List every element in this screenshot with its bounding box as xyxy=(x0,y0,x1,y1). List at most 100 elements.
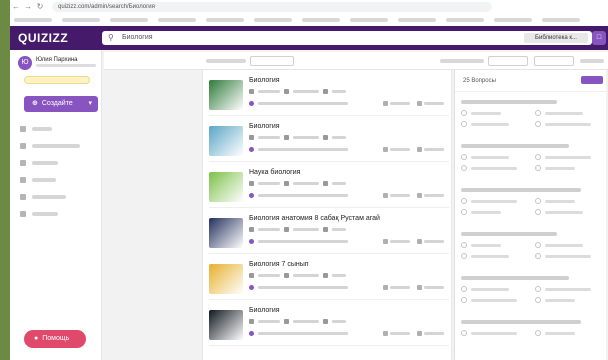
bookmark-item[interactable] xyxy=(158,18,196,22)
answer-option[interactable] xyxy=(535,330,603,336)
quiz-owner xyxy=(249,284,348,290)
gift-icon[interactable]: □ xyxy=(592,31,606,45)
sidebar-item[interactable] xyxy=(20,120,98,137)
quiz-thumbnail[interactable] xyxy=(209,264,243,294)
option-row xyxy=(461,253,603,259)
answer-option[interactable] xyxy=(461,165,529,171)
bookmark-item[interactable] xyxy=(254,18,292,22)
answer-option[interactable] xyxy=(535,297,603,303)
sidebar-item[interactable] xyxy=(20,205,98,222)
quiz-thumbnail[interactable] xyxy=(209,80,243,110)
like-button[interactable] xyxy=(383,146,411,152)
answer-option[interactable] xyxy=(535,242,603,248)
sidebar-item-label xyxy=(32,211,58,216)
answer-option[interactable] xyxy=(535,110,603,116)
answer-option[interactable] xyxy=(535,154,603,160)
sidebar-item[interactable] xyxy=(20,171,98,188)
answer-option[interactable] xyxy=(535,198,603,204)
answer-option[interactable] xyxy=(461,286,529,292)
grade-dropdown[interactable] xyxy=(488,56,528,66)
save-icon xyxy=(417,146,422,152)
bookmark-item[interactable] xyxy=(446,18,484,22)
quiz-meta xyxy=(249,134,346,140)
quizizz-logo[interactable]: QUIZIZZ xyxy=(18,31,68,45)
quiz-title[interactable]: Биология xyxy=(249,123,280,130)
answer-option[interactable] xyxy=(535,253,603,259)
bookmark-item[interactable] xyxy=(398,18,436,22)
quiz-title[interactable]: Биология xyxy=(249,307,280,314)
answer-option[interactable] xyxy=(461,110,529,116)
save-button[interactable] xyxy=(417,330,445,336)
upgrade-pill[interactable] xyxy=(24,76,90,84)
bookmark-item[interactable] xyxy=(494,18,532,22)
answer-option[interactable] xyxy=(535,286,603,292)
quiz-thumbnail[interactable] xyxy=(209,218,243,248)
answer-option[interactable] xyxy=(461,209,529,215)
quiz-title[interactable]: Биология xyxy=(249,77,280,84)
like-button[interactable] xyxy=(383,330,411,336)
bookmark-item[interactable] xyxy=(110,18,148,22)
save-button[interactable] xyxy=(417,238,445,244)
result-card[interactable]: Биология 7 сынып xyxy=(209,258,449,300)
result-card[interactable]: Биология xyxy=(209,120,449,162)
more-filter[interactable] xyxy=(580,59,604,63)
quiz-thumbnail[interactable] xyxy=(209,310,243,340)
quiz-title[interactable]: Наука биология xyxy=(249,169,300,176)
result-card[interactable]: Наука биология xyxy=(209,166,449,208)
radio-icon xyxy=(461,198,467,204)
bookmark-item[interactable] xyxy=(62,18,100,22)
option-row xyxy=(461,330,603,336)
meta-text xyxy=(258,319,280,323)
answer-option[interactable] xyxy=(461,242,529,248)
help-button[interactable]: ● Помощь xyxy=(24,330,86,348)
question-text xyxy=(461,144,569,148)
answer-option[interactable] xyxy=(535,165,603,171)
save-button[interactable] xyxy=(417,192,445,198)
answer-option[interactable] xyxy=(461,198,529,204)
like-button[interactable] xyxy=(383,100,411,106)
result-card[interactable]: Биология xyxy=(209,74,449,116)
answer-option[interactable] xyxy=(461,154,529,160)
answer-option[interactable] xyxy=(461,121,529,127)
radio-icon xyxy=(535,253,541,259)
back-icon[interactable]: ← xyxy=(10,0,22,14)
quiz-thumbnail[interactable] xyxy=(209,172,243,202)
answer-option[interactable] xyxy=(461,330,529,336)
bookmark-item[interactable] xyxy=(206,18,244,22)
subject-dropdown[interactable] xyxy=(534,56,574,66)
result-card[interactable]: Биология xyxy=(209,304,449,346)
create-button[interactable]: ⊕ Создайте ▾ xyxy=(24,96,98,112)
library-dropdown[interactable]: Библиотека к... xyxy=(524,33,588,43)
sort-dropdown[interactable] xyxy=(250,56,294,66)
answer-text xyxy=(471,287,509,291)
answer-option[interactable] xyxy=(535,121,603,127)
like-button[interactable] xyxy=(383,284,411,290)
avatar[interactable]: Ю xyxy=(18,56,32,70)
sidebar-item[interactable] xyxy=(20,154,98,171)
like-button[interactable] xyxy=(383,238,411,244)
forward-icon[interactable]: → xyxy=(22,0,34,14)
quiz-title[interactable]: Биология анатомия 8 сабақ Рустам агай xyxy=(249,215,380,222)
sidebar-item[interactable] xyxy=(20,137,98,154)
save-button[interactable] xyxy=(417,146,445,152)
quiz-thumbnail[interactable] xyxy=(209,126,243,156)
save-button[interactable] xyxy=(417,284,445,290)
answer-option[interactable] xyxy=(535,209,603,215)
preview-action-button[interactable] xyxy=(581,76,603,84)
bookmark-item[interactable] xyxy=(14,18,52,22)
answer-option[interactable] xyxy=(461,297,529,303)
result-card[interactable]: Биология анатомия 8 сабақ Рустам агай xyxy=(209,212,449,254)
save-button[interactable] xyxy=(417,100,445,106)
address-bar[interactable]: quizizz.com/admin/search/Биология xyxy=(52,2,492,12)
answer-option[interactable] xyxy=(461,253,529,259)
like-button[interactable] xyxy=(383,192,411,198)
sidebar-item[interactable] xyxy=(20,188,98,205)
bookmark-item[interactable] xyxy=(542,18,580,22)
reload-icon[interactable]: ↻ xyxy=(34,0,46,14)
bookmark-item[interactable] xyxy=(350,18,388,22)
owner-avatar xyxy=(249,330,254,336)
search-input[interactable]: Биология xyxy=(122,34,153,41)
bookmark-item[interactable] xyxy=(302,18,340,22)
search-box[interactable]: ⚲ Биология Библиотека к... xyxy=(102,31,592,45)
quiz-title[interactable]: Биология 7 сынып xyxy=(249,261,309,268)
